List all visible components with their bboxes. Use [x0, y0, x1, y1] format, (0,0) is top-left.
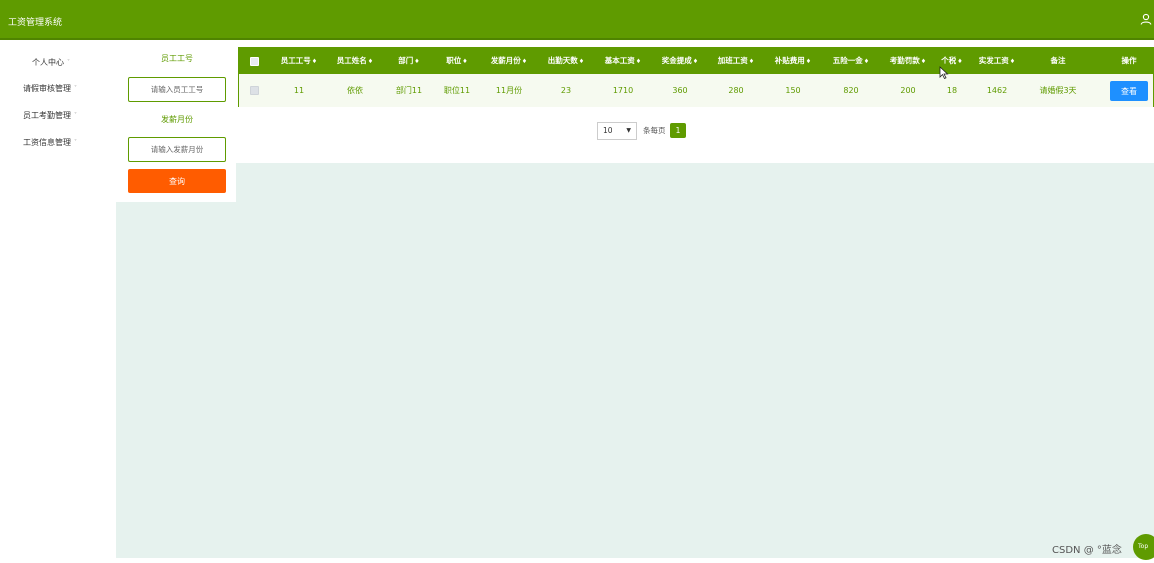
chevron-down-icon: ˅	[67, 59, 70, 66]
sort-icon: ♦	[635, 58, 642, 65]
app-title: 工资管理系统	[8, 18, 63, 28]
sort-icon: ♦	[920, 58, 927, 65]
sort-icon: ♦	[805, 58, 812, 65]
sidebar-item-personal-center[interactable]: 个人中心 ˅	[0, 52, 116, 74]
back-to-top-button[interactable]: Top	[1133, 534, 1154, 560]
cell-pay-month: 11月份	[495, 86, 523, 95]
column-header[interactable]: 奖金提成♦	[656, 48, 704, 74]
row-checkbox[interactable]	[250, 86, 259, 95]
sidebar-item-attendance[interactable]: 员工考勤管理 ˅	[0, 105, 116, 127]
cell-remark: 请婚假3天	[1039, 86, 1077, 95]
sort-icon: ♦	[414, 58, 420, 65]
column-header[interactable]: 基本工资♦	[599, 48, 647, 74]
user-icon[interactable]	[1140, 13, 1152, 25]
view-button[interactable]: 查看	[1110, 81, 1148, 101]
sort-icon: ♦	[1009, 58, 1016, 65]
page-size-value: 10	[603, 126, 613, 135]
sidebar-item-salary-info[interactable]: 工资信息管理 ˅	[0, 132, 116, 154]
page-size-select[interactable]: 10 ▼	[597, 122, 637, 140]
column-header[interactable]: 发薪月份♦	[485, 48, 533, 74]
table-header-row: 员工工号♦ 员工姓名♦ 部门♦ 职位♦ 发薪月份♦ 出勤天数♦ 基本工资♦ 奖金…	[239, 48, 1153, 74]
table-row[interactable]: 11 依依 部门11 职位11 11月份 23 1710 360 280 150…	[239, 74, 1153, 107]
cell-employee-name: 依依	[347, 86, 363, 95]
sidebar-item-label: 请假审核管理	[23, 84, 71, 93]
sidebar-item-label: 员工考勤管理	[23, 111, 71, 120]
sort-icon: ♦	[748, 58, 755, 65]
sort-icon: ♦	[367, 58, 374, 65]
employee-no-input[interactable]	[128, 77, 226, 102]
cell-department: 部门11	[395, 86, 423, 95]
column-header[interactable]: 补贴费用♦	[769, 48, 817, 74]
mouse-cursor-icon	[939, 66, 949, 79]
search-panel: 员工工号 发薪月份 查询	[116, 42, 236, 202]
column-header[interactable]: 职位♦	[439, 48, 475, 74]
cell-bonus: 360	[672, 86, 688, 95]
column-header[interactable]: 加班工资♦	[712, 48, 760, 74]
top-header: 工资管理系统	[0, 0, 1154, 40]
sort-icon: ♦	[521, 58, 528, 65]
content-area	[116, 163, 1154, 558]
column-header: 备注	[1050, 56, 1066, 65]
sidebar-item-leave-review[interactable]: 请假审核管理 ˅	[0, 78, 116, 100]
cell-attendance-days: 23	[560, 86, 572, 95]
column-header[interactable]: 实发工资♦	[973, 48, 1021, 74]
sort-icon: ♦	[462, 58, 468, 65]
column-header[interactable]: 部门♦	[391, 48, 427, 74]
salary-table: 员工工号♦ 员工姓名♦ 部门♦ 职位♦ 发薪月份♦ 出勤天数♦ 基本工资♦ 奖金…	[238, 47, 1154, 107]
cell-base-salary: 1710	[612, 86, 634, 95]
column-header[interactable]: 五险一金♦	[827, 48, 875, 74]
sort-icon: ♦	[863, 58, 870, 65]
page-button-current[interactable]: 1	[670, 123, 686, 138]
cell-insurance-fund: 820	[843, 86, 859, 95]
column-header[interactable]: 考勤罚款♦	[884, 48, 932, 74]
chevron-down-icon: ˅	[74, 85, 77, 92]
cell-overtime-pay: 280	[728, 86, 744, 95]
sidebar: 个人中心 ˅ 请假审核管理 ˅ 员工考勤管理 ˅ 工资信息管理 ˅	[0, 42, 116, 563]
per-page-label: 条每页	[643, 126, 666, 135]
cell-allowance: 150	[785, 86, 801, 95]
column-header[interactable]: 员工工号♦	[275, 48, 323, 74]
cell-position: 职位11	[443, 86, 471, 95]
dropdown-arrow-icon: ▼	[626, 127, 631, 134]
query-button[interactable]: 查询	[128, 169, 226, 193]
sort-icon: ♦	[692, 58, 699, 65]
pay-month-label: 发薪月份	[161, 115, 193, 124]
chevron-down-icon: ˅	[74, 112, 77, 119]
employee-no-label: 员工工号	[161, 54, 193, 63]
cell-attendance-fine: 200	[900, 86, 916, 95]
sort-icon: ♦	[578, 58, 585, 65]
csdn-watermark: CSDN @ °蓝念	[1052, 545, 1122, 556]
chevron-down-icon: ˅	[74, 139, 77, 146]
sort-icon: ♦	[957, 58, 963, 65]
sort-icon: ♦	[311, 58, 318, 65]
cell-employee-no: 11	[293, 86, 305, 95]
column-header: 操作	[1121, 56, 1137, 65]
column-header[interactable]: 出勤天数♦	[542, 48, 590, 74]
app-window: 工资管理系统 个人中心 ˅ 请假审核管理 ˅ 员工考勤管理 ˅ 工资信息管理 ˅ 员工工…	[0, 0, 1154, 563]
sidebar-item-label: 个人中心	[32, 58, 64, 67]
cell-net-salary: 1462	[986, 86, 1008, 95]
select-all-checkbox[interactable]	[250, 57, 259, 66]
column-header[interactable]: 员工姓名♦	[331, 48, 379, 74]
pay-month-input[interactable]	[128, 137, 226, 162]
sidebar-item-label: 工资信息管理	[23, 138, 71, 147]
